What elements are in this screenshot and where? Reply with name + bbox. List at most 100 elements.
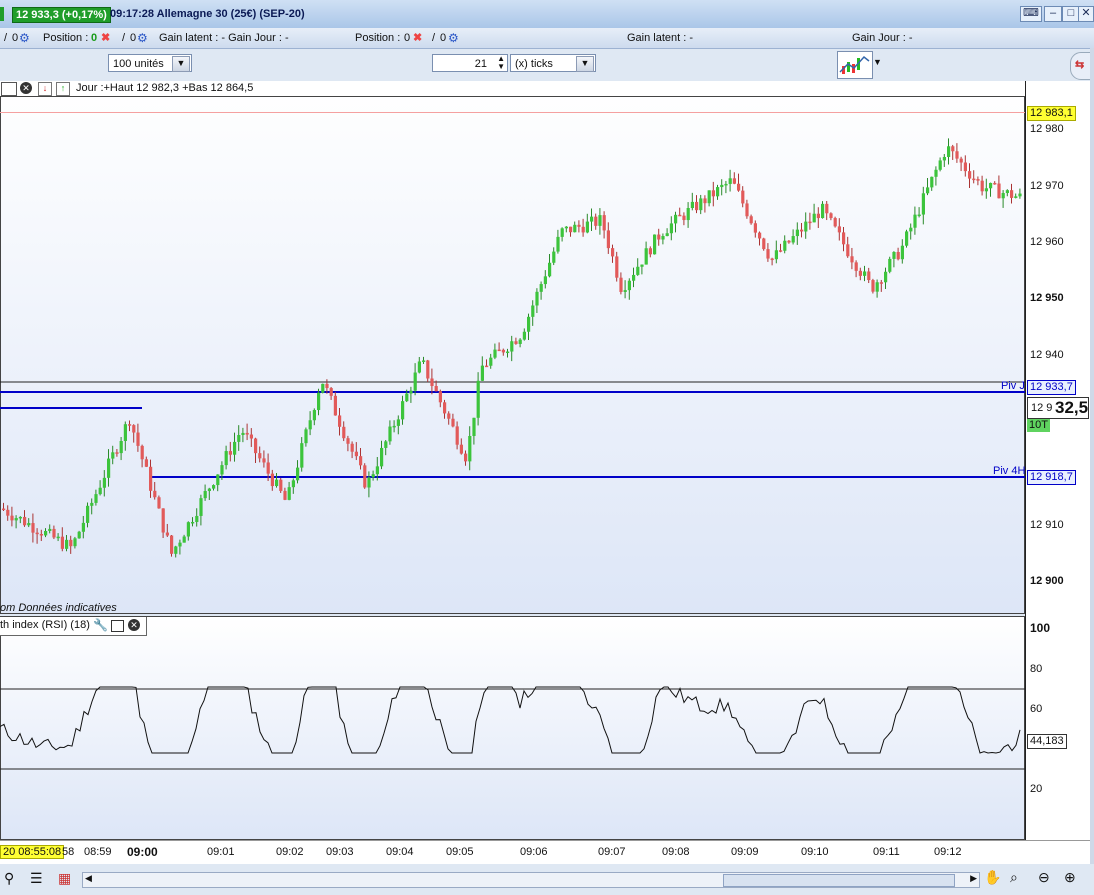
close-icon[interactable]: ✕ bbox=[20, 82, 32, 94]
candle-up bbox=[493, 349, 497, 358]
horizontal-scrollbar[interactable]: ◀ ▶ bbox=[82, 872, 980, 888]
time-label: 09:04 bbox=[386, 846, 414, 858]
candle-down bbox=[770, 258, 774, 261]
zoom-fit-icon[interactable]: ⌕ bbox=[1010, 869, 1018, 886]
hand-icon[interactable]: ✋ bbox=[984, 869, 1001, 886]
candle-up bbox=[195, 515, 199, 522]
arrow-down-icon[interactable]: ↓ bbox=[38, 82, 52, 96]
candle-up bbox=[913, 214, 917, 228]
panel-toggle-icon[interactable] bbox=[1, 82, 17, 96]
list-icon[interactable]: ☰ bbox=[30, 870, 43, 887]
candle-down bbox=[867, 271, 871, 281]
pivot-4h-label: Piv 4H bbox=[993, 465, 1026, 477]
candle-down bbox=[170, 535, 174, 554]
scroll-right-icon[interactable]: ▶ bbox=[970, 873, 977, 884]
chart-type-icon[interactable] bbox=[837, 51, 873, 79]
chevron-down-icon[interactable]: ▼ bbox=[172, 56, 190, 72]
scrollbar-thumb[interactable] bbox=[723, 874, 955, 887]
candle-down bbox=[854, 262, 858, 271]
candle-up bbox=[917, 214, 921, 217]
candle-down bbox=[485, 365, 489, 368]
minimize-button[interactable]: – bbox=[1044, 6, 1062, 22]
candle-down bbox=[581, 226, 585, 233]
time-label: 09:09 bbox=[731, 846, 759, 858]
candle-down bbox=[132, 425, 136, 433]
magnet-icon[interactable]: ⚲ bbox=[4, 870, 14, 887]
candle-down bbox=[333, 395, 337, 416]
keyboard-icon[interactable]: ⌨ bbox=[1020, 6, 1042, 22]
chevron-down-icon[interactable]: ▼ bbox=[576, 56, 594, 72]
candle-down bbox=[657, 234, 661, 240]
candle-down bbox=[787, 240, 791, 243]
candle-down bbox=[157, 497, 161, 509]
scroll-left-icon[interactable]: ◀ bbox=[85, 873, 92, 884]
units-select[interactable]: 100 unités ▼ bbox=[108, 54, 192, 72]
candle-down bbox=[514, 341, 518, 344]
ticks-unit-select[interactable]: (x) ticks ▼ bbox=[510, 54, 596, 72]
candle-down bbox=[464, 453, 468, 462]
candle-up bbox=[119, 440, 123, 454]
gear-icon[interactable]: ⚙ bbox=[448, 31, 459, 45]
bottom-toolbar: ⚲ ☰ ▦ ◀ ▶ ✋ ⌕ ⊖ ⊕ bbox=[0, 864, 1094, 895]
candle-down bbox=[766, 249, 770, 259]
pivot-j-tag: 12 933,7 bbox=[1027, 380, 1076, 395]
candle-down bbox=[808, 221, 812, 224]
arrow-up-icon[interactable]: ↑ bbox=[56, 82, 70, 96]
candle-down bbox=[60, 536, 64, 549]
candle-down bbox=[606, 230, 610, 249]
qty-2: 0 bbox=[130, 32, 137, 44]
current-price-tag: 12 9 32,5 bbox=[1027, 397, 1089, 419]
close-position-icon[interactable]: ✖ bbox=[101, 31, 110, 45]
candle-down bbox=[577, 224, 581, 227]
candle-up bbox=[111, 452, 115, 459]
candle-up bbox=[312, 410, 316, 421]
chevron-down-icon[interactable]: ▼ bbox=[873, 57, 882, 67]
candle-up bbox=[90, 502, 94, 506]
candle-down bbox=[266, 462, 270, 474]
zoom-in-icon[interactable]: ⊕ bbox=[1064, 869, 1076, 886]
ticks-count-input[interactable]: 21 ▲ ▼ bbox=[432, 54, 508, 72]
candle-down bbox=[39, 534, 43, 536]
zoom-out-icon[interactable]: ⊖ bbox=[1038, 869, 1050, 886]
position-sep: / bbox=[432, 32, 436, 44]
position-sep: / bbox=[4, 32, 8, 44]
candle-down bbox=[711, 190, 715, 197]
candle-down bbox=[69, 539, 73, 547]
candle-down bbox=[703, 198, 707, 204]
axis-label: 12 940 bbox=[1030, 349, 1064, 361]
position-value-2: 0 bbox=[404, 32, 411, 44]
candle-up bbox=[422, 360, 426, 362]
indicative-note: om Données indicatives bbox=[0, 602, 117, 614]
day-high-tag: 12 983,1 bbox=[1027, 106, 1076, 121]
candle-down bbox=[359, 456, 363, 466]
rsi-axis-label: 100 bbox=[1030, 621, 1051, 635]
candle-up bbox=[417, 361, 421, 373]
candle-up bbox=[812, 213, 816, 223]
position-bar: / 0 ⚙ Position : 0 ✖ / 0 ⚙ Gain latent :… bbox=[0, 28, 1094, 49]
candle-up bbox=[216, 474, 220, 486]
candle-up bbox=[384, 441, 388, 448]
gear-icon[interactable]: ⚙ bbox=[19, 31, 30, 45]
time-label: 09:01 bbox=[207, 846, 235, 858]
title-bar: 12 933,3 (+0,17%) 09:17:28 Allemagne 30 … bbox=[0, 0, 1094, 29]
candle-down bbox=[283, 490, 287, 500]
candle-up bbox=[921, 193, 925, 215]
candle-up bbox=[375, 466, 379, 475]
candle-down bbox=[879, 282, 883, 284]
close-position-icon-2[interactable]: ✖ bbox=[413, 31, 422, 45]
candle-down bbox=[758, 232, 762, 239]
spinner-icon[interactable]: ▲ ▼ bbox=[497, 55, 505, 71]
candle-up bbox=[543, 276, 547, 285]
close-button[interactable]: ✕ bbox=[1078, 6, 1094, 22]
qty-4: 0 bbox=[440, 32, 447, 44]
candle-up bbox=[77, 531, 81, 539]
candle-up bbox=[233, 441, 237, 455]
candle-up bbox=[237, 435, 241, 442]
time-label: 09:11 bbox=[873, 846, 900, 858]
grid-icon[interactable]: ▦ bbox=[58, 870, 71, 887]
gear-icon[interactable]: ⚙ bbox=[137, 31, 148, 45]
chart-controls: 100 unités ▼ 21 ▲ ▼ (x) ticks ▼ ▼ ⇆ bbox=[0, 49, 1094, 81]
candle-down bbox=[837, 226, 841, 233]
day-high-low: Jour :+Haut 12 982,3 +Bas 12 864,5 bbox=[76, 82, 254, 94]
price-axis bbox=[1025, 81, 1090, 841]
